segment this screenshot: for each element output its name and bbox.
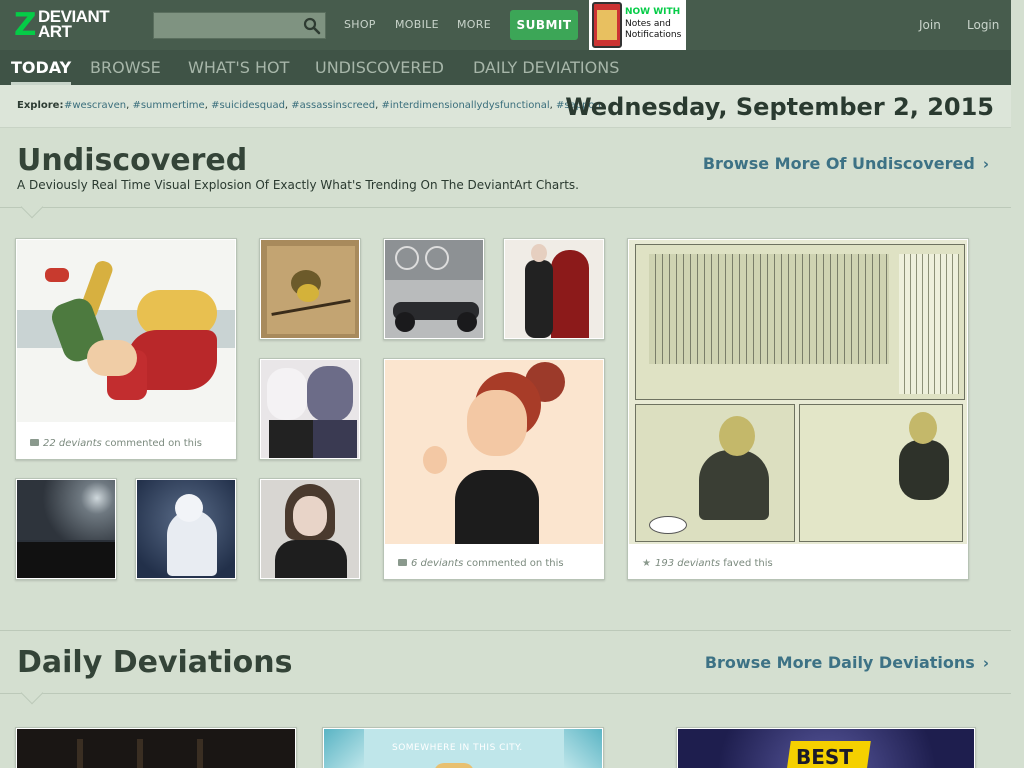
deviation-thumbnail[interactable] bbox=[505, 240, 603, 338]
deviation-card[interactable]: 6 deviants commented on this bbox=[383, 358, 605, 580]
deviation-thumbnail[interactable] bbox=[261, 480, 359, 578]
daily-deviations-header: Daily Deviations Browse More Daily Devia… bbox=[0, 631, 1011, 691]
thumbnail-caption: BEST bbox=[796, 745, 853, 768]
section-title: Daily Deviations bbox=[17, 645, 293, 680]
nav-more[interactable]: MORE bbox=[457, 18, 491, 31]
deviation-thumbnail[interactable] bbox=[17, 240, 235, 422]
deviation-card[interactable]: SOMEWHERE IN THIS CITY. bbox=[322, 727, 604, 768]
deviation-thumbnail[interactable] bbox=[17, 480, 115, 578]
deviation-card[interactable]: BEST bbox=[676, 727, 976, 768]
tag-link[interactable]: #suicidesquad bbox=[211, 100, 285, 111]
section-title: Undiscovered bbox=[17, 143, 248, 178]
logo-text: DEVIANT ART bbox=[38, 7, 110, 41]
deviation-card[interactable] bbox=[259, 358, 361, 460]
explore-tags: #wescraven, #summertime, #suicidesquad, … bbox=[64, 100, 605, 111]
browse-more-label: Browse More Of Undiscovered bbox=[702, 154, 975, 173]
top-bar: Z DEVIANT ART SHOP MOBILE MORE SUBMIT NO… bbox=[0, 0, 1011, 50]
browse-more-undiscovered-link[interactable]: Browse More Of Undiscovered › bbox=[703, 154, 989, 173]
page-date: Wednesday, September 2, 2015 bbox=[565, 93, 994, 121]
nav-shop[interactable]: SHOP bbox=[344, 18, 376, 31]
phone-icon bbox=[592, 2, 622, 48]
deviation-card[interactable] bbox=[259, 238, 361, 340]
tab-undiscovered[interactable]: UNDISCOVERED bbox=[315, 58, 444, 77]
deviation-stats: ★ 193 deviants faved this bbox=[642, 558, 773, 569]
deviation-thumbnail[interactable]: SOMEWHERE IN THIS CITY. bbox=[324, 729, 602, 768]
tag-link[interactable]: #summertime bbox=[132, 100, 204, 111]
undiscovered-header: Undiscovered A Deviously Real Time Visua… bbox=[0, 129, 1011, 209]
deviation-card[interactable] bbox=[135, 478, 237, 580]
section-divider bbox=[0, 207, 1011, 208]
deviation-card[interactable] bbox=[259, 478, 361, 580]
deviation-thumbnail[interactable] bbox=[385, 360, 603, 544]
deviation-card[interactable]: 22 deviants commented on this bbox=[15, 238, 237, 460]
deviantart-logo[interactable]: Z DEVIANT ART bbox=[14, 7, 132, 43]
section-subtitle: A Deviously Real Time Visual Explosion O… bbox=[17, 178, 579, 192]
star-icon: ★ bbox=[642, 558, 651, 569]
deviation-thumbnail[interactable] bbox=[385, 240, 483, 338]
explore-bar: Explore: #wescraven, #summertime, #suici… bbox=[0, 85, 1011, 128]
deviation-card[interactable]: ★ 193 deviants faved this bbox=[627, 238, 969, 580]
mobile-promo-banner[interactable]: NOW WITH Notes and Notifications bbox=[589, 0, 686, 50]
deviation-card[interactable] bbox=[15, 478, 117, 580]
deviation-thumbnail[interactable]: BEST bbox=[678, 729, 974, 768]
deviation-card[interactable] bbox=[503, 238, 605, 340]
comment-icon bbox=[398, 559, 407, 566]
promo-text: Notes and Notifications bbox=[625, 19, 682, 40]
nav-mobile[interactable]: MOBILE bbox=[395, 18, 439, 31]
deviation-card[interactable] bbox=[15, 727, 297, 768]
tab-today[interactable]: TODAY bbox=[11, 58, 72, 85]
join-link[interactable]: Join bbox=[919, 18, 941, 32]
browse-more-daily-link[interactable]: Browse More Daily Deviations › bbox=[705, 653, 989, 672]
chevron-right-icon: › bbox=[982, 155, 989, 173]
browse-more-label: Browse More Daily Deviations bbox=[704, 653, 975, 672]
tag-link[interactable]: #interdimensionallydysfunctional bbox=[381, 100, 549, 111]
deviation-thumbnail[interactable] bbox=[17, 729, 295, 768]
tab-daily-deviations[interactable]: DAILY DEVIATIONS bbox=[473, 58, 619, 77]
deviation-thumbnail[interactable] bbox=[629, 240, 967, 544]
login-link[interactable]: Login bbox=[967, 18, 999, 32]
section-divider bbox=[0, 693, 1011, 694]
logo-mark: Z bbox=[14, 7, 37, 43]
explore-label: Explore: bbox=[17, 100, 64, 111]
deviation-thumbnail[interactable] bbox=[137, 480, 235, 578]
search-input[interactable] bbox=[153, 12, 326, 39]
tab-whats-hot[interactable]: WHAT'S HOT bbox=[188, 58, 289, 77]
chevron-right-icon: › bbox=[982, 654, 989, 672]
deviation-thumbnail[interactable] bbox=[261, 360, 359, 458]
submit-button[interactable]: SUBMIT bbox=[510, 10, 578, 40]
tag-link[interactable]: #wescraven bbox=[64, 100, 126, 111]
deviation-card[interactable] bbox=[383, 238, 485, 340]
section-tabs: TODAY BROWSE WHAT'S HOT UNDISCOVERED DAI… bbox=[0, 50, 1011, 85]
promo-headline: NOW WITH bbox=[625, 7, 681, 17]
deviation-stats: 6 deviants commented on this bbox=[398, 558, 564, 569]
deviation-thumbnail[interactable] bbox=[261, 240, 359, 338]
tab-browse[interactable]: BROWSE bbox=[90, 58, 161, 77]
search-icon[interactable] bbox=[303, 17, 321, 35]
tag-link[interactable]: #assassinscreed bbox=[291, 100, 375, 111]
thumbnail-caption: SOMEWHERE IN THIS CITY. bbox=[392, 743, 523, 753]
comment-icon bbox=[30, 439, 39, 446]
deviation-stats: 22 deviants commented on this bbox=[30, 438, 202, 449]
